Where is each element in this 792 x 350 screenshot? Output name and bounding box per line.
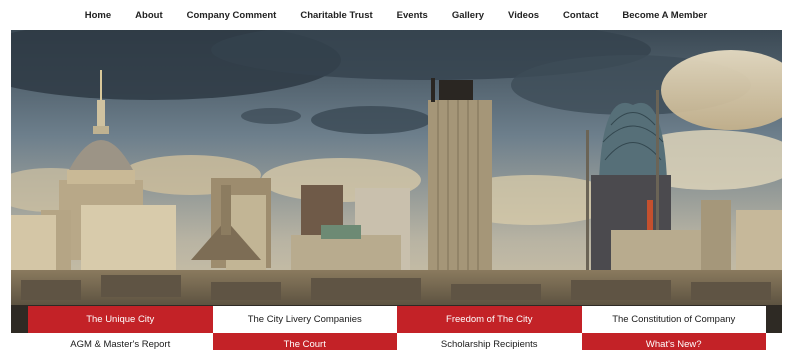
nav-item-charitable-trust[interactable]: Charitable Trust xyxy=(288,10,384,21)
nav-item-contact[interactable]: Contact xyxy=(551,10,610,21)
nav-item-become-a-member[interactable]: Become A Member xyxy=(610,10,719,21)
hero-skyline-image xyxy=(11,30,782,333)
skyline-illustration xyxy=(11,30,782,333)
tile-the-city-livery-companies[interactable]: The City Livery Companies xyxy=(212,306,397,333)
tile-scholarship-recipients[interactable]: Scholarship Recipients xyxy=(397,333,582,350)
nav-item-home[interactable]: Home xyxy=(73,10,123,21)
tile-agm-masters-report[interactable]: AGM & Master's Report xyxy=(28,333,213,350)
quick-links-grid: The Unique City The City Livery Companie… xyxy=(28,306,766,350)
tile-whats-new[interactable]: What's New? xyxy=(581,333,766,350)
nav-list: Home About Company Comment Charitable Tr… xyxy=(0,0,792,30)
tile-freedom-of-the-city[interactable]: Freedom of The City xyxy=(397,306,582,333)
nav-item-company-comment[interactable]: Company Comment xyxy=(175,10,289,21)
nav-item-events[interactable]: Events xyxy=(385,10,440,21)
nav-item-about[interactable]: About xyxy=(123,10,174,21)
tile-the-constitution-of-company[interactable]: The Constitution of Company xyxy=(581,306,766,333)
tile-the-court[interactable]: The Court xyxy=(212,333,397,350)
tile-the-unique-city[interactable]: The Unique City xyxy=(28,306,213,333)
nav-item-videos[interactable]: Videos xyxy=(496,10,551,21)
main-navigation: Home About Company Comment Charitable Tr… xyxy=(0,0,792,30)
nav-item-gallery[interactable]: Gallery xyxy=(440,10,496,21)
